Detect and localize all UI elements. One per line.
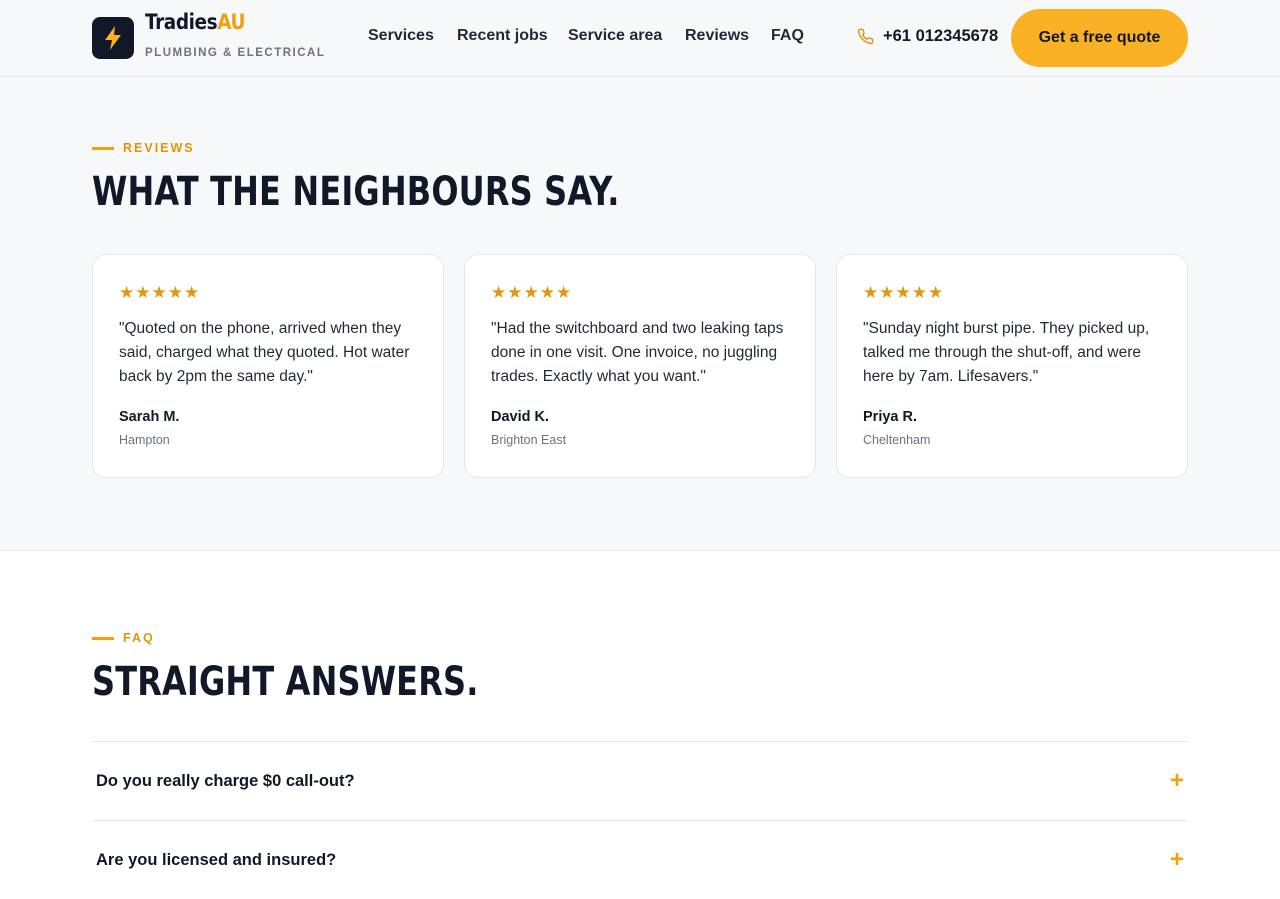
brand-name-main: Tradies [145,10,218,34]
reviews-eyebrow-label: REVIEWS [123,141,195,155]
site-header: TradiesAU PLUMBING & ELECTRICAL Services… [0,0,1280,77]
review-author: Priya R. [863,409,917,425]
brand-name-accent: AU [217,10,246,34]
faq-title: STRAIGHT ANSWERS. [92,659,479,705]
faq-eyebrow-label: FAQ [123,631,155,645]
star-icon: ★ [863,283,879,302]
star-icon: ★ [928,283,944,302]
faq-eyebrow: FAQ [92,631,155,645]
nav-item-recent-jobs[interactable]: Recent jobs [457,27,548,45]
phone-icon [857,28,874,45]
review-quote: "Sunday night burst pipe. They picked up… [863,320,1150,385]
star-icon: ★ [556,283,572,302]
review-card: ★ ★ ★ ★ ★ "Had the switchboard and two leaki… [464,254,816,478]
faq-section: FAQ STRAIGHT ANSWERS. Do you really char… [0,551,1280,880]
reviews-title: WHAT THE NEIGHBOURS SAY. [92,169,620,215]
star-icon: ★ [491,283,507,302]
star-icon: ★ [911,283,927,302]
eyebrow-bar [92,636,114,640]
star-icon: ★ [879,283,895,302]
nav-item-service-area[interactable]: Service area [568,27,662,45]
star-icon: ★ [539,283,555,302]
star-icon: ★ [151,283,167,302]
faq-list: Do you really charge $0 call-out? + Are … [92,741,1188,899]
review-author: Sarah M. [119,409,180,425]
star-icon: ★ [523,283,539,302]
review-location: Brighton East [491,433,567,447]
star-rating: ★ ★ ★ ★ ★ [119,283,199,303]
nav-item-reviews[interactable]: Reviews [685,27,749,45]
get-quote-button[interactable]: Get a free quote [1011,9,1188,67]
review-quote: "Quoted on the phone, arrived when they … [119,320,410,385]
phone-link[interactable]: +61 012345678 [857,27,998,46]
lightning-bolt-icon [105,26,121,50]
reviews-eyebrow: REVIEWS [92,141,195,155]
nav-item-faq[interactable]: FAQ [771,27,804,45]
star-icon: ★ [167,283,183,302]
star-icon: ★ [184,283,200,302]
reviews-section: REVIEWS WHAT THE NEIGHBOURS SAY. ★ ★ ★ ★ ★ "… [0,77,1280,551]
review-author: David K. [491,409,550,425]
plus-icon[interactable]: + [1170,848,1184,872]
logo[interactable] [92,17,134,59]
star-icon: ★ [895,283,911,302]
eyebrow-bar [92,146,114,150]
brand-tagline: PLUMBING & ELECTRICAL [145,47,326,59]
faq-item[interactable]: Do you really charge $0 call-out? + [92,741,1188,820]
review-card: ★ ★ ★ ★ ★ "Sunday night burst pipe. They pic… [836,254,1188,478]
star-rating: ★ ★ ★ ★ ★ [863,283,943,303]
nav-item-services[interactable]: Services [368,27,434,45]
faq-question: Do you really charge $0 call-out? [96,772,355,790]
star-icon: ★ [507,283,523,302]
review-quote: "Had the switchboard and two leaking tap… [491,320,784,385]
plus-icon[interactable]: + [1170,769,1184,793]
review-card: ★ ★ ★ ★ ★ "Quoted on the phone, arrived when… [92,254,444,478]
review-location: Hampton [119,433,170,447]
faq-item[interactable]: Are you licensed and insured? + [92,820,1188,899]
star-rating: ★ ★ ★ ★ ★ [491,283,571,303]
brand-name[interactable]: TradiesAU [145,10,245,34]
star-icon: ★ [135,283,151,302]
faq-question: Are you licensed and insured? [96,851,337,869]
review-location: Cheltenham [863,433,931,447]
phone-number: +61 012345678 [883,27,999,45]
star-icon: ★ [119,283,135,302]
